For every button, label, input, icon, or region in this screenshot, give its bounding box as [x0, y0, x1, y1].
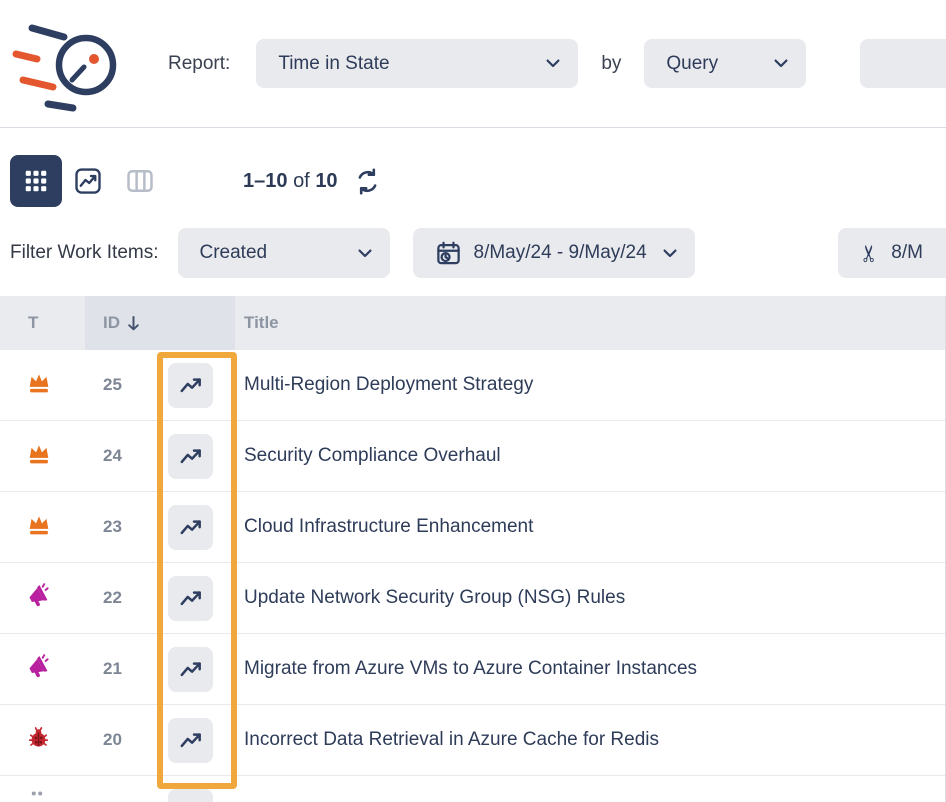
column-header-title: Title	[235, 296, 945, 350]
clipped-select[interactable]	[860, 39, 946, 88]
row-id: 25	[103, 375, 122, 395]
id-cell: 21	[85, 634, 235, 704]
refresh-button[interactable]	[354, 168, 381, 195]
grid-icon	[22, 167, 50, 195]
chart-view-icon	[73, 166, 103, 196]
report-select[interactable]: Time in State	[256, 39, 578, 88]
id-cell	[85, 776, 235, 802]
line-chart-icon	[178, 656, 204, 682]
id-cell: 25	[85, 350, 235, 420]
date-range-select[interactable]: 8/May/24 - 9/May/24	[413, 228, 695, 278]
open-chart-button[interactable]	[168, 505, 213, 550]
column-header-id[interactable]: ID	[85, 296, 235, 350]
table-row[interactable]: 22 Update Network Security Group (NSG) R…	[0, 563, 945, 634]
open-chart-button[interactable]	[168, 718, 213, 763]
type-cell	[0, 421, 85, 491]
view-toolbar: 1–10 of 10	[0, 155, 946, 207]
type-cell	[0, 634, 85, 704]
row-title: Incorrect Data Retrieval in Azure Cache …	[235, 729, 945, 751]
line-chart-icon	[178, 443, 204, 469]
epic-icon	[26, 512, 52, 543]
type-cell	[0, 705, 85, 775]
board-view-button[interactable]	[114, 155, 166, 207]
id-cell: 22	[85, 563, 235, 633]
row-id: 23	[103, 517, 122, 537]
open-chart-button[interactable]	[168, 647, 213, 692]
row-title: Multi-Region Deployment Strategy	[235, 374, 945, 396]
app-logo	[10, 13, 128, 115]
scissors-icon: ✂	[858, 243, 881, 262]
column-header-type: T	[0, 296, 85, 350]
chevron-down-icon	[358, 249, 372, 258]
row-id: 24	[103, 446, 122, 466]
calendar-clock-icon	[435, 240, 462, 267]
chevron-down-icon	[546, 59, 560, 68]
sort-descending-icon	[127, 315, 140, 332]
open-chart-button[interactable]	[168, 363, 213, 408]
filter-label: Filter Work Items:	[10, 242, 159, 264]
more-icon	[26, 788, 48, 802]
line-chart-icon	[178, 514, 204, 540]
line-chart-icon	[178, 372, 204, 398]
line-chart-icon	[178, 585, 204, 611]
chevron-down-icon	[663, 249, 677, 258]
feature-icon	[26, 654, 51, 684]
table-row[interactable]	[0, 776, 945, 802]
id-cell: 24	[85, 421, 235, 491]
table-row[interactable]: 20 Incorrect Data Retrieval in Azure Cac…	[0, 705, 945, 776]
type-cell	[0, 350, 85, 420]
group-by-select[interactable]: Query	[644, 39, 806, 88]
id-cell: 20	[85, 705, 235, 775]
table-row[interactable]: 24 Security Compliance Overhaul	[0, 421, 945, 492]
id-cell: 23	[85, 492, 235, 562]
epic-icon	[26, 370, 52, 401]
table-row[interactable]: 25 Multi-Region Deployment Strategy	[0, 350, 945, 421]
row-id: 22	[103, 588, 122, 608]
row-title: Cloud Infrastructure Enhancement	[235, 516, 945, 538]
row-title: Migrate from Azure VMs to Azure Containe…	[235, 658, 945, 680]
type-cell	[0, 492, 85, 562]
bug-icon	[26, 725, 51, 755]
row-title: Security Compliance Overhaul	[235, 445, 945, 467]
by-label: by	[601, 53, 621, 75]
row-title: Update Network Security Group (NSG) Rule…	[235, 587, 945, 609]
open-chart-button[interactable]	[168, 576, 213, 621]
feature-icon	[26, 583, 51, 613]
line-chart-icon	[178, 727, 204, 753]
table-body: 25 Multi-Region Deployment Strategy 24	[0, 350, 945, 802]
result-count: 1–10 of 10	[243, 170, 338, 193]
open-chart-button[interactable]	[168, 789, 213, 802]
open-chart-button[interactable]	[168, 434, 213, 479]
report-label: Report:	[168, 53, 230, 75]
comet-logo-icon	[10, 13, 128, 115]
line-chart-icon	[178, 799, 204, 802]
chevron-down-icon	[774, 59, 788, 68]
row-id: 21	[103, 659, 122, 679]
filter-field-select[interactable]: Created	[178, 228, 390, 278]
table-header: T ID Title	[0, 296, 945, 350]
type-cell	[0, 563, 85, 633]
refresh-icon	[354, 168, 381, 195]
table-row[interactable]: 21 Migrate from Azure VMs to Azure Conta…	[0, 634, 945, 705]
board-view-icon	[125, 166, 155, 196]
work-items-table: T ID Title 25 Multi-Re	[0, 296, 946, 802]
grid-view-button[interactable]	[10, 155, 62, 207]
table-row[interactable]: 23 Cloud Infrastructure Enhancement	[0, 492, 945, 563]
time-in-state-report-page: Report: Time in State by Query	[0, 0, 946, 802]
row-id: 20	[103, 730, 122, 750]
type-cell	[0, 776, 85, 802]
top-bar: Report: Time in State by Query	[0, 0, 946, 128]
filter-toolbar: Filter Work Items: Created 8/May/24 - 9/…	[0, 228, 946, 278]
trim-filter-select[interactable]: ✂ 8/M	[838, 228, 946, 278]
epic-icon	[26, 441, 52, 472]
chart-view-button[interactable]	[62, 155, 114, 207]
